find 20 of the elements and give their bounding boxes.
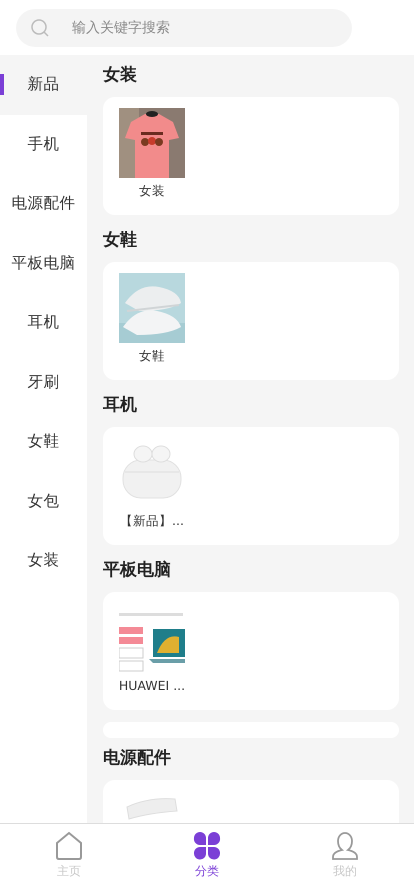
product-name[interactable]: 女装 (139, 183, 165, 200)
section-title: 耳机 (103, 394, 138, 417)
sidebar-item[interactable]: 女包 (0, 472, 87, 531)
section-title: 电源配件 (103, 747, 172, 770)
sidebar-item[interactable]: 女鞋 (0, 412, 87, 472)
search-field[interactable]: 输入关键字搜索 (16, 8, 352, 46)
section-title: 女鞋 (103, 229, 138, 252)
product-name[interactable]: HUAWEI ... (118, 678, 186, 693)
sidebar-item[interactable]: 牙刷 (0, 352, 87, 412)
sidebar-item[interactable]: 平板电脑 (0, 234, 87, 293)
sidebar-item[interactable]: 耳机 (0, 293, 87, 352)
nav-tab[interactable]: 分类 (138, 824, 276, 896)
sidebar-item[interactable]: 电源配件 (0, 174, 87, 234)
section-title: 平板电脑 (103, 559, 172, 582)
sidebar-item[interactable]: 女装 (0, 531, 87, 590)
sidebar-item[interactable]: 手机 (0, 114, 87, 174)
product-name[interactable]: 【新品】... (120, 513, 184, 530)
sidebar-item[interactable]: 新品 (0, 55, 87, 114)
product-name[interactable]: 女鞋 (139, 348, 165, 365)
section-title: 女装 (103, 64, 138, 87)
